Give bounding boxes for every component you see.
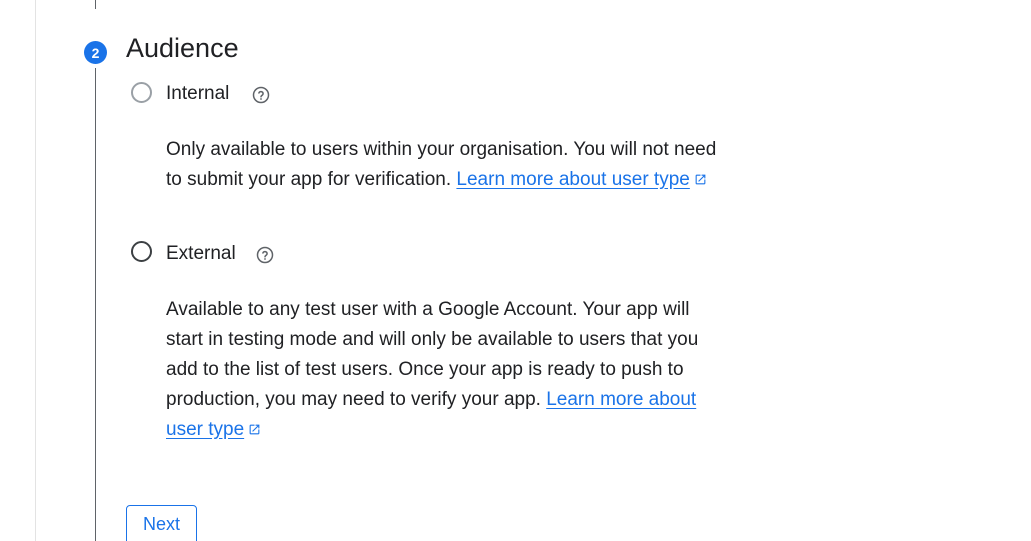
internal-radio[interactable] (131, 82, 152, 103)
left-divider (35, 0, 36, 541)
step-number-badge: 2 (84, 41, 107, 64)
step-title: Audience (126, 33, 239, 63)
internal-label[interactable]: Internal (166, 83, 229, 105)
external-description: Available to any test user with a Google… (166, 295, 726, 445)
help-icon[interactable] (252, 86, 270, 104)
stepper-line (95, 68, 96, 541)
open-in-new-icon (695, 174, 706, 185)
internal-description: Only available to users within your orga… (166, 135, 726, 195)
open-in-new-icon (249, 424, 260, 435)
external-label[interactable]: External (166, 243, 236, 265)
help-icon[interactable] (256, 246, 274, 264)
next-button[interactable]: Next (126, 505, 197, 541)
audience-step-page: 2 Audience Internal Only available to us… (0, 0, 1031, 541)
stepper-connector-top (95, 0, 96, 9)
internal-learn-more-link[interactable]: Learn more about user type (456, 169, 706, 190)
external-radio[interactable] (131, 241, 152, 262)
internal-learn-more-text: Learn more about user type (456, 169, 690, 190)
